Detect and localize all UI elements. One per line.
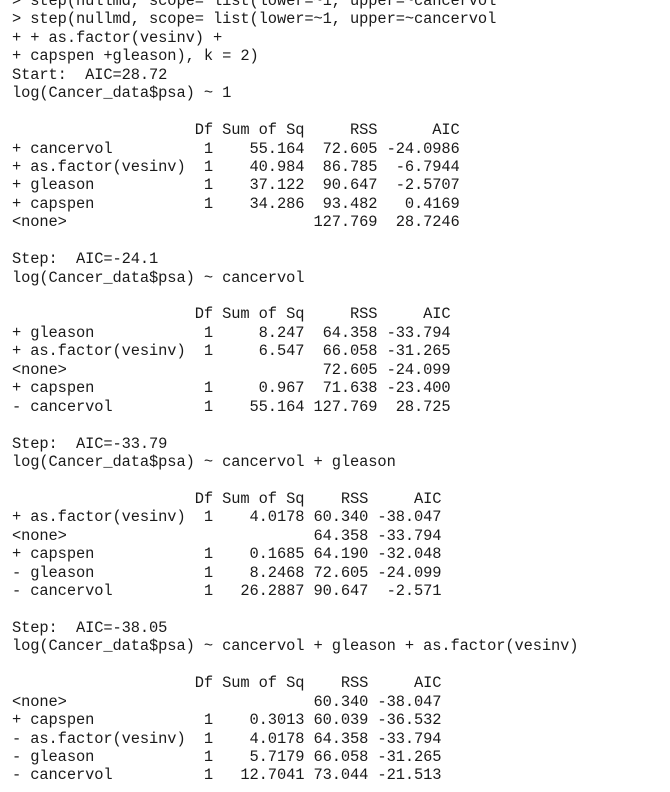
table-row: + as.factor(vesinv) 1 6.547 66.058 -31.2… — [12, 342, 451, 361]
table-header: Df Sum of Sq RSS AIC — [12, 305, 451, 324]
table-row: - as.factor(vesinv) 1 4.0178 64.358 -33.… — [12, 729, 442, 748]
table-row: + capspen 1 34.286 93.482 0.4169 — [12, 194, 460, 213]
continuation-line: + + as.factor(vesinv) + — [12, 28, 223, 47]
model-formula-line: log(Cancer_data$psa) ~ cancervol + gleas… — [12, 637, 579, 656]
table-row: + capspen 1 0.3013 60.039 -36.532 — [12, 711, 442, 730]
command-input-line: > step(nullmd, scope= list(lower=~1, upp… — [12, 10, 497, 29]
table-row: - cancervol 1 26.2887 90.647 -2.571 — [12, 582, 442, 600]
table-row: - gleason 1 5.7179 66.058 -31.265 — [12, 747, 442, 766]
table-row: + capspen 1 0.967 71.638 -23.400 — [12, 379, 451, 398]
step-aic-line: Step: AIC=-24.1 — [12, 250, 159, 269]
step-aic-line: Step: AIC=-33.79 — [12, 434, 168, 453]
table-row: + gleason 1 8.247 64.358 -33.794 — [12, 323, 451, 342]
model-formula-line: log(Cancer_data$psa) ~ cancervol + gleas… — [12, 452, 396, 471]
table-header: Df Sum of Sq RSS AIC — [12, 674, 442, 693]
model-formula-line: log(Cancer_data$psa) ~ cancervol — [12, 268, 305, 287]
table-row: - gleason 1 8.2468 72.605 -24.099 — [12, 563, 442, 582]
table-header: Df Sum of Sq RSS AIC — [12, 489, 442, 508]
continuation-line: + capspen +gleason), k = 2) — [12, 47, 259, 66]
table-row: <none> 127.769 28.7246 — [12, 213, 460, 232]
console-line: > step(nullmd, scope= list(lower=~1, upp… — [12, 0, 497, 10]
table-row: - cancervol 1 12.7041 73.044 -21.513 — [12, 766, 442, 785]
table-row: + gleason 1 37.122 90.647 -2.5707 — [12, 176, 460, 195]
table-row: - cancervol 1 55.164 127.769 28.725 — [12, 397, 451, 416]
table-row: <none> 64.358 -33.794 — [12, 526, 442, 545]
table-row: + as.factor(vesinv) 1 40.984 86.785 -6.7… — [12, 157, 460, 176]
model-formula-line: log(Cancer_data$psa) ~ 1 — [12, 84, 232, 103]
table-row: + cancervol 1 55.164 72.605 -24.0986 — [12, 139, 460, 158]
table-row: + as.factor(vesinv) 1 4.0178 60.340 -38.… — [12, 508, 442, 527]
start-aic-line: Start: AIC=28.72 — [12, 65, 168, 84]
step-aic-line: Step: AIC=-38.05 — [12, 618, 168, 637]
table-row: <none> 60.340 -38.047 — [12, 692, 442, 711]
table-header: Df Sum of Sq RSS AIC — [12, 121, 460, 140]
table-row: + capspen 1 0.1685 64.190 -32.048 — [12, 545, 442, 564]
table-row: <none> 72.605 -24.099 — [12, 360, 451, 379]
r-console-output: > step(nullmd, scope= list(lower=~1, upp… — [12, 0, 662, 792]
